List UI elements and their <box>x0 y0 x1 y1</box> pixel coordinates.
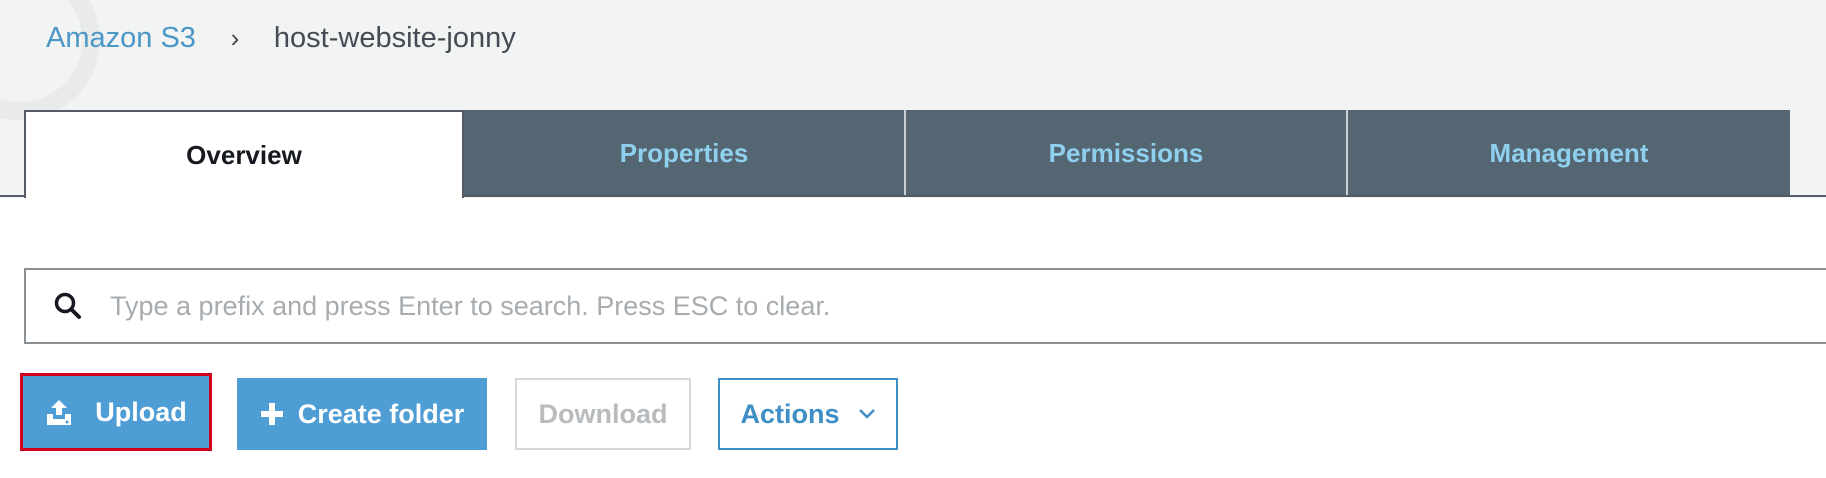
upload-button-label: Upload <box>95 396 187 427</box>
actions-button-label: Actions <box>740 398 840 429</box>
create-folder-button[interactable]: Create folder <box>237 378 487 450</box>
download-button[interactable]: Download <box>515 378 691 450</box>
breadcrumb-amazon-s3-link[interactable]: Amazon S3 <box>46 22 196 55</box>
tab-overview[interactable]: Overview <box>24 110 464 198</box>
create-folder-button-label: Create folder <box>297 398 465 429</box>
page-header: Amazon S3 › host-website-jonny Overview … <box>0 0 1826 198</box>
breadcrumb: Amazon S3 › host-website-jonny <box>46 18 516 58</box>
search-icon <box>26 270 110 342</box>
breadcrumb-current-bucket: host-website-jonny <box>273 21 516 54</box>
chevron-down-icon <box>858 408 876 420</box>
upload-icon <box>45 398 73 426</box>
search-bar <box>24 268 1826 344</box>
tab-permissions[interactable]: Permissions <box>906 110 1348 196</box>
tab-management[interactable]: Management <box>1348 110 1790 196</box>
plus-icon <box>260 402 284 426</box>
search-input[interactable] <box>110 276 1826 336</box>
actions-dropdown-button[interactable]: Actions <box>718 378 898 450</box>
breadcrumb-separator-icon: › <box>230 22 240 53</box>
tab-properties[interactable]: Properties <box>464 110 906 196</box>
upload-button[interactable]: Upload <box>20 373 212 451</box>
